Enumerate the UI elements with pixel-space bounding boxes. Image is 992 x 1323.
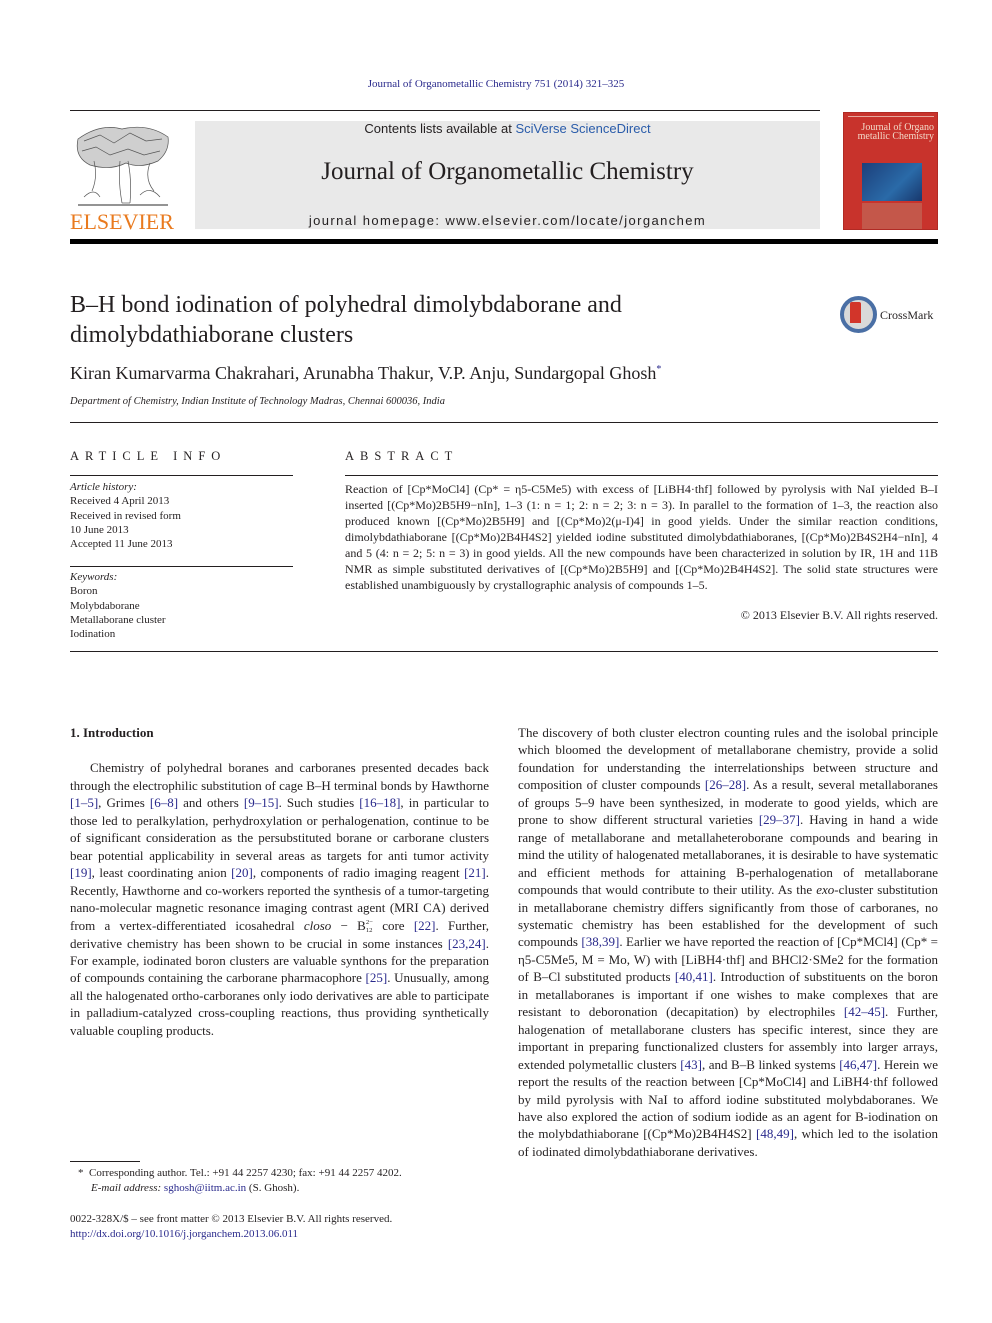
- corresponding-author-footnote: * Corresponding author. Tel.: +91 44 225…: [78, 1166, 498, 1196]
- keyword: Iodination: [70, 628, 116, 641]
- issn-line: 0022-328X/$ – see front matter © 2013 El…: [70, 1213, 393, 1225]
- citation-link[interactable]: [40,41]: [675, 969, 713, 984]
- contents-prefix: Contents lists available at: [364, 121, 516, 136]
- abstract-heading: ABSTRACT: [345, 449, 459, 463]
- history-label: Article history:: [70, 481, 137, 493]
- cover-top-bar: [848, 116, 934, 119]
- homepage-prefix: journal homepage:: [308, 213, 446, 228]
- footnote-mark: *: [78, 1167, 84, 1179]
- doi-link[interactable]: http://dx.doi.org/10.1016/j.jorganchem.2…: [70, 1228, 298, 1240]
- text: , components of radio imaging reagent: [252, 865, 465, 881]
- divider: [70, 566, 293, 567]
- text: and others: [178, 795, 244, 811]
- citation-link[interactable]: [20]: [231, 865, 253, 880]
- elsevier-wordmark: ELSEVIER: [70, 209, 174, 234]
- body-column-left: 1. Introduction Chemistry of polyhedral …: [70, 724, 489, 1039]
- journal-citation-link[interactable]: Journal of Organometallic Chemistry 751 …: [368, 78, 624, 90]
- citation-link[interactable]: [46,47]: [839, 1057, 877, 1072]
- citation-link[interactable]: [29–37]: [759, 812, 800, 827]
- text: Chemistry of polyhedral boranes and carb…: [70, 760, 489, 793]
- authors-text: Kiran Kumarvarma Chakrahari, Arunabha Th…: [70, 363, 657, 383]
- text: core: [372, 917, 414, 933]
- citation-link[interactable]: [16–18]: [359, 795, 400, 810]
- footnote-rule: [70, 1161, 140, 1162]
- section-heading-introduction: 1. Introduction: [70, 725, 154, 740]
- abstract-text: Reaction of [Cp*MoCl4] (Cp* = η5-C5Me5) …: [345, 482, 938, 592]
- intro-paragraph-2-continued: The discovery of both cluster electron c…: [518, 724, 938, 1160]
- article-title: B–H bond iodination of polyhedral dimoly…: [70, 292, 622, 348]
- history-item: Received in revised form: [70, 509, 181, 522]
- citation-link[interactable]: [1–5]: [70, 795, 98, 810]
- citation-link[interactable]: [25]: [366, 970, 388, 985]
- corresponding-author-mark[interactable]: *: [656, 364, 661, 375]
- journal-homepage: journal homepage: www.elsevier.com/locat…: [195, 213, 820, 228]
- history-item: Received 4 April 2013: [70, 495, 170, 508]
- journal-title: Journal of Organometallic Chemistry: [321, 158, 694, 185]
- history-item: 10 June 2013: [70, 523, 129, 536]
- author-list: Kiran Kumarvarma Chakrahari, Arunabha Th…: [70, 363, 930, 384]
- subscript: 12: [365, 926, 373, 934]
- homepage-link[interactable]: www.elsevier.com/locate/jorganchem: [445, 213, 706, 228]
- text: , least coordinating anion: [91, 865, 232, 881]
- contents-line: Contents lists available at SciVerse Sci…: [195, 121, 820, 136]
- citation-link[interactable]: [23,24]: [448, 936, 486, 951]
- citation-link[interactable]: [9–15]: [244, 795, 279, 810]
- email-link[interactable]: sghosh@iitm.ac.in: [164, 1182, 246, 1194]
- crossmark-ribbon-icon: [850, 302, 861, 323]
- intro-paragraph-1: Chemistry of polyhedral boranes and carb…: [70, 759, 489, 1039]
- citation-link[interactable]: [43]: [680, 1057, 702, 1072]
- citation-link[interactable]: [22]: [414, 918, 436, 933]
- sciencedirect-link[interactable]: SciVerse ScienceDirect: [515, 121, 650, 136]
- divider: [70, 422, 938, 423]
- journal-banner: Contents lists available at SciVerse Sci…: [195, 121, 820, 229]
- journal-cover-image[interactable]: Journal of Organo metallic Chemistry: [843, 112, 938, 230]
- text: , and B–B linked systems: [701, 1056, 840, 1072]
- divider: [70, 651, 938, 652]
- citation-link[interactable]: [26–28]: [705, 777, 746, 792]
- citation-link[interactable]: [6–8]: [150, 795, 178, 810]
- article-info-heading: ARTICLE INFO: [70, 449, 227, 463]
- cover-title: Journal of Organo metallic Chemistry: [857, 122, 934, 142]
- superscript: 2−: [365, 918, 373, 926]
- crossmark-button[interactable]: CrossMark: [840, 296, 940, 334]
- text-italic: exo: [816, 882, 835, 898]
- body-column-right: The discovery of both cluster electron c…: [518, 724, 938, 1160]
- citation-link[interactable]: [19]: [70, 865, 92, 880]
- citation-link[interactable]: [48,49]: [756, 1126, 794, 1141]
- elsevier-tree-icon: [70, 121, 174, 209]
- citation-link[interactable]: [42–45]: [844, 1004, 885, 1019]
- email-label: E-mail address:: [91, 1182, 162, 1194]
- citation-link[interactable]: [38,39]: [581, 934, 619, 949]
- header-thick-rule: [70, 239, 938, 244]
- history-item: Accepted 11 June 2013: [70, 538, 173, 551]
- crossmark-label: CrossMark: [880, 308, 934, 322]
- affiliation: Department of Chemistry, Indian Institut…: [70, 396, 445, 407]
- header-rule: [70, 110, 820, 111]
- email-suffix: (S. Ghosh).: [248, 1182, 300, 1194]
- text: , Grimes: [98, 795, 150, 811]
- divider: [345, 475, 938, 476]
- cover-graphic: [862, 163, 922, 201]
- keyword: Molybdaborane: [70, 599, 140, 612]
- front-matter: 0022-328X/$ – see front matter © 2013 El…: [70, 1212, 510, 1242]
- citation-link[interactable]: [21]: [464, 865, 486, 880]
- text-italic: closo: [303, 917, 332, 933]
- cover-lower-panel: [862, 203, 922, 229]
- keywords: Keywords: Boron Molybdaborane Metallabor…: [70, 570, 293, 641]
- abstract-copyright: © 2013 Elsevier B.V. All rights reserved…: [740, 608, 938, 622]
- keyword: Metallaborane cluster: [70, 613, 166, 626]
- running-head[interactable]: Journal of Organometallic Chemistry 751 …: [0, 78, 992, 90]
- divider: [70, 475, 293, 476]
- article-history: Article history: Received 4 April 2013 R…: [70, 480, 293, 551]
- keywords-label: Keywords:: [70, 571, 118, 583]
- footnote-text: Corresponding author. Tel.: +91 44 2257 …: [89, 1167, 402, 1179]
- keyword: Boron: [70, 585, 98, 598]
- text: . Such studies: [278, 795, 360, 811]
- elsevier-logo[interactable]: ELSEVIER: [70, 121, 174, 234]
- text: − B: [331, 917, 366, 933]
